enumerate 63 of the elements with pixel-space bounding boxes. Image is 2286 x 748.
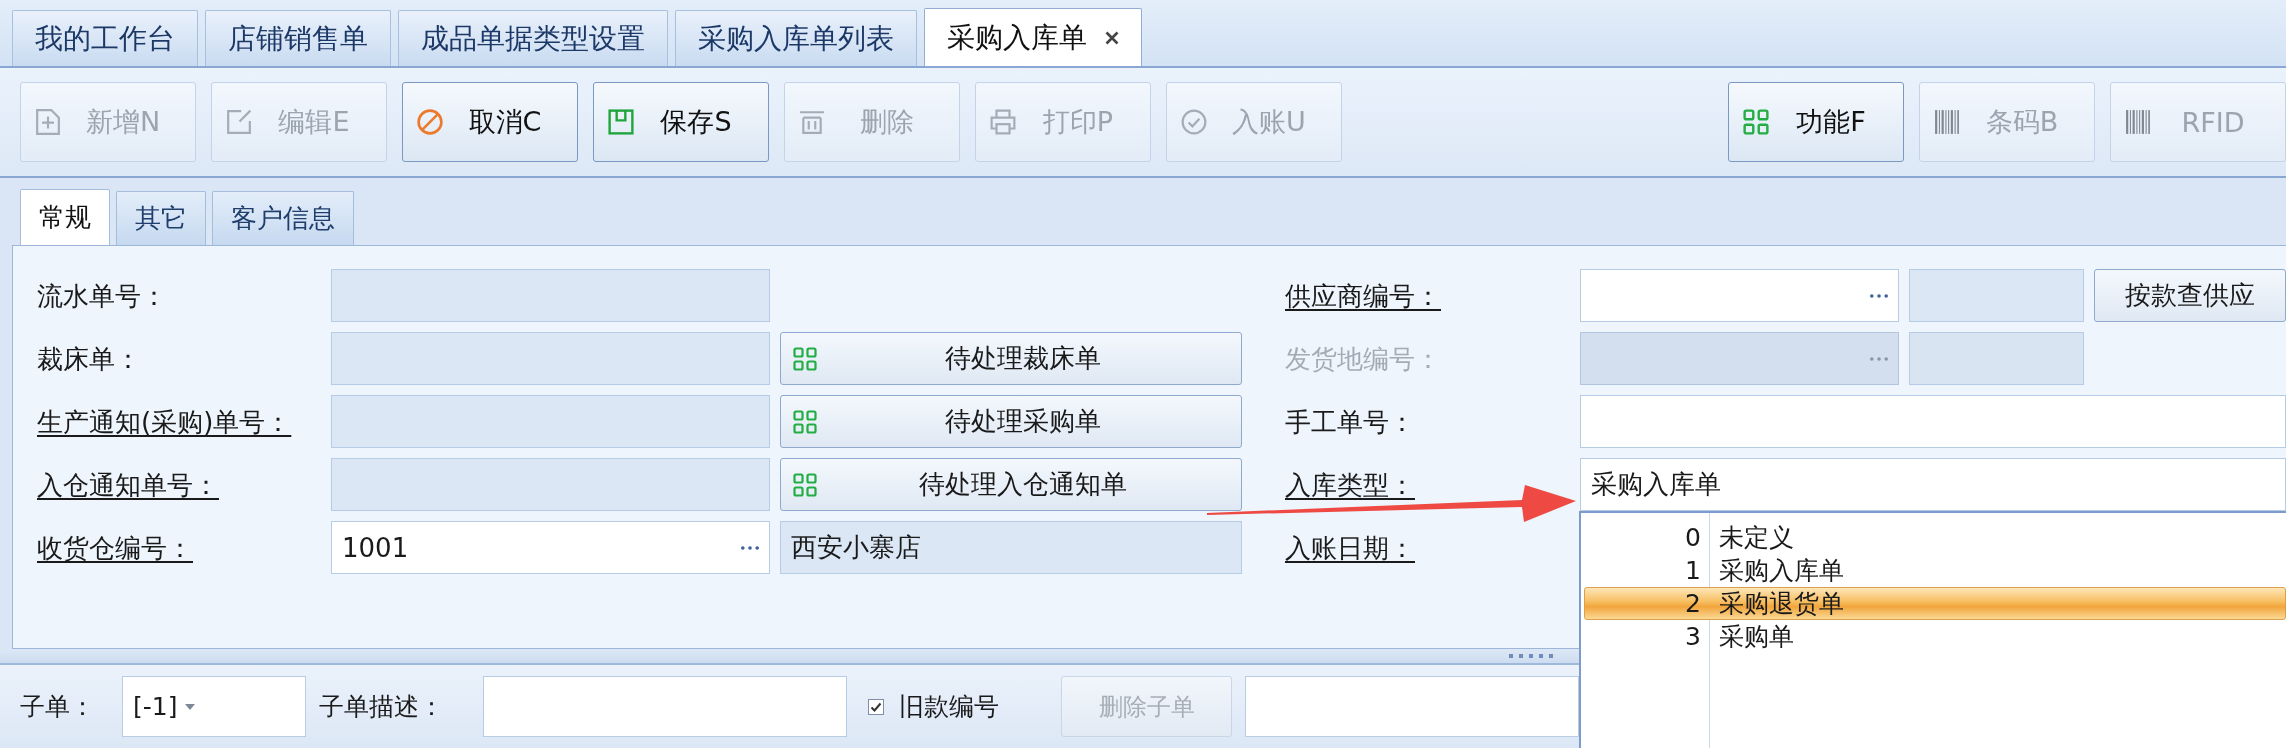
close-icon[interactable] xyxy=(1105,30,1119,45)
ellipsis-icon[interactable] xyxy=(741,545,759,550)
grid-icon xyxy=(793,409,817,434)
checkbox-label[interactable]: 旧款编号 xyxy=(899,690,999,723)
field-link[interactable]: 入仓通知单号： xyxy=(37,469,219,500)
field-label: 手工单号： xyxy=(1285,406,1415,437)
input-field[interactable] xyxy=(1580,395,2286,448)
field-link[interactable]: 入账日期： xyxy=(1285,532,1415,563)
input-field[interactable] xyxy=(483,676,847,737)
document-tab[interactable]: 采购入库单列表 xyxy=(675,10,917,66)
field-label: 流水单号： xyxy=(37,280,167,311)
input-field[interactable] xyxy=(331,458,770,511)
display-field: 西安小寨店 xyxy=(780,521,1242,574)
trash-icon xyxy=(799,109,825,135)
action-button[interactable]: 待处理裁床单 xyxy=(780,332,1242,385)
field-link[interactable]: 生产通知(采购)单号： xyxy=(37,406,292,437)
dropdown-option[interactable]: 0 未定义 xyxy=(1584,521,2286,554)
grid-icon xyxy=(793,472,817,497)
checkbox[interactable] xyxy=(868,698,884,715)
grip-icon[interactable] xyxy=(1509,654,1553,658)
field-label: 发货地编号： xyxy=(1285,343,1441,374)
toolbar-button[interactable]: 取消C xyxy=(402,82,578,162)
field-link[interactable]: 收货仓编号： xyxy=(37,532,193,563)
save-icon xyxy=(608,109,634,135)
form-tab[interactable]: 其它 xyxy=(116,191,206,245)
dropdown-arrow-icon xyxy=(185,703,196,710)
field-link[interactable]: 入库类型： xyxy=(1285,469,1415,500)
document-tab[interactable]: 我的工作台 xyxy=(12,10,198,66)
document-tab[interactable]: 成品单据类型设置 xyxy=(398,10,668,66)
document-tab[interactable]: 店铺销售单 xyxy=(205,10,391,66)
input-field[interactable] xyxy=(331,332,770,385)
check-circle-icon xyxy=(1181,109,1207,135)
dropdown-option[interactable]: 3 采购单 xyxy=(1584,620,2286,653)
cancel-icon xyxy=(417,109,443,135)
barcode-icon xyxy=(2125,109,2151,135)
field-label: 子单描述： xyxy=(319,691,444,723)
grid-icon xyxy=(793,346,817,371)
printer-icon xyxy=(990,109,1016,135)
form-tab[interactable]: 常规 xyxy=(20,189,110,245)
barcode-icon xyxy=(1934,109,1960,135)
dropdown-option[interactable]: 1 采购入库单 xyxy=(1584,554,2286,587)
document-tab[interactable]: 采购入库单 xyxy=(924,8,1142,66)
action-button[interactable]: 按款查供应 xyxy=(2094,269,2286,322)
action-button[interactable]: 待处理采购单 xyxy=(780,395,1242,448)
dropdown-option[interactable]: 2 采购退货单 xyxy=(1584,587,2286,620)
field-label: 子单： xyxy=(20,691,95,723)
field-label: 裁床单： xyxy=(37,343,141,374)
form-tab[interactable]: 客户信息 xyxy=(212,191,354,245)
toolbar-button[interactable]: 功能F xyxy=(1728,82,1904,162)
ellipsis-icon[interactable] xyxy=(1870,293,1888,298)
field-link[interactable]: 供应商编号： xyxy=(1285,280,1441,311)
input-field[interactable] xyxy=(331,269,770,322)
input-field[interactable] xyxy=(331,395,770,448)
action-button[interactable]: 待处理入仓通知单 xyxy=(780,458,1242,511)
combo-box[interactable]: 采购入库单 xyxy=(1580,458,2286,511)
lookup-field[interactable] xyxy=(1580,269,1899,322)
lookup-field[interactable]: 1001 xyxy=(331,521,770,574)
toolbar-button[interactable]: 保存S xyxy=(593,82,769,162)
grid-icon xyxy=(1743,109,1769,135)
combo-box[interactable]: [-1] xyxy=(122,676,306,737)
edit-icon xyxy=(226,109,252,135)
add-icon xyxy=(35,109,61,135)
input-field[interactable] xyxy=(1245,676,1579,737)
